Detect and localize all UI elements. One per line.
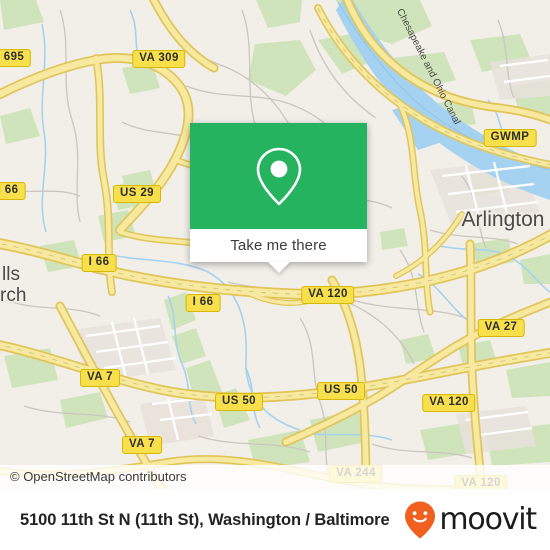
osm-attribution[interactable]: © OpenStreetMap contributors: [0, 465, 550, 489]
road-shield: US 50: [317, 382, 365, 400]
road-shield: US 50: [215, 393, 263, 411]
map-pin-icon: [256, 147, 301, 206]
road-shield: I 66: [81, 254, 117, 272]
road-shield: VA 120: [422, 394, 476, 412]
moovit-map-screenshot: 695 VA 309 GWMP I 66 US 29 I 66 I 66 VA 120 VA 2…: [0, 0, 550, 550]
road-shield: VA 309: [132, 50, 186, 68]
popup-image-area: [190, 123, 367, 229]
moovit-logo[interactable]: moovit: [403, 500, 537, 540]
place-label: lls: [2, 264, 20, 285]
road-shield: 695: [0, 49, 32, 67]
popup-footer[interactable]: Take me there: [190, 229, 367, 262]
location-popup-card[interactable]: Take me there: [190, 123, 367, 273]
road-shield: VA 120: [301, 286, 355, 304]
road-shield: I 66: [185, 294, 221, 312]
road-shield: US 29: [113, 185, 161, 203]
take-me-there-button[interactable]: Take me there: [230, 237, 326, 254]
moovit-pin-smiley-icon: [405, 501, 436, 539]
road-shield: VA 27: [477, 319, 525, 337]
road-shield: VA 7: [122, 436, 162, 454]
place-label: rch: [0, 285, 27, 306]
map-canvas[interactable]: 695 VA 309 GWMP I 66 US 29 I 66 I 66 VA 120 VA 2…: [0, 0, 550, 489]
road-shield: VA 7: [80, 369, 120, 387]
road-shield: GWMP: [483, 129, 537, 147]
footer-bar: 5100 11th St N (11th St), Washington / B…: [0, 489, 550, 550]
popup-tail-pointer: [267, 262, 290, 273]
road-shield: I 66: [0, 182, 26, 200]
address-text: 5100 11th St N (11th St), Washington / B…: [20, 510, 390, 529]
moovit-wordmark: moovit: [439, 502, 537, 537]
place-label: Arlington: [461, 208, 545, 231]
